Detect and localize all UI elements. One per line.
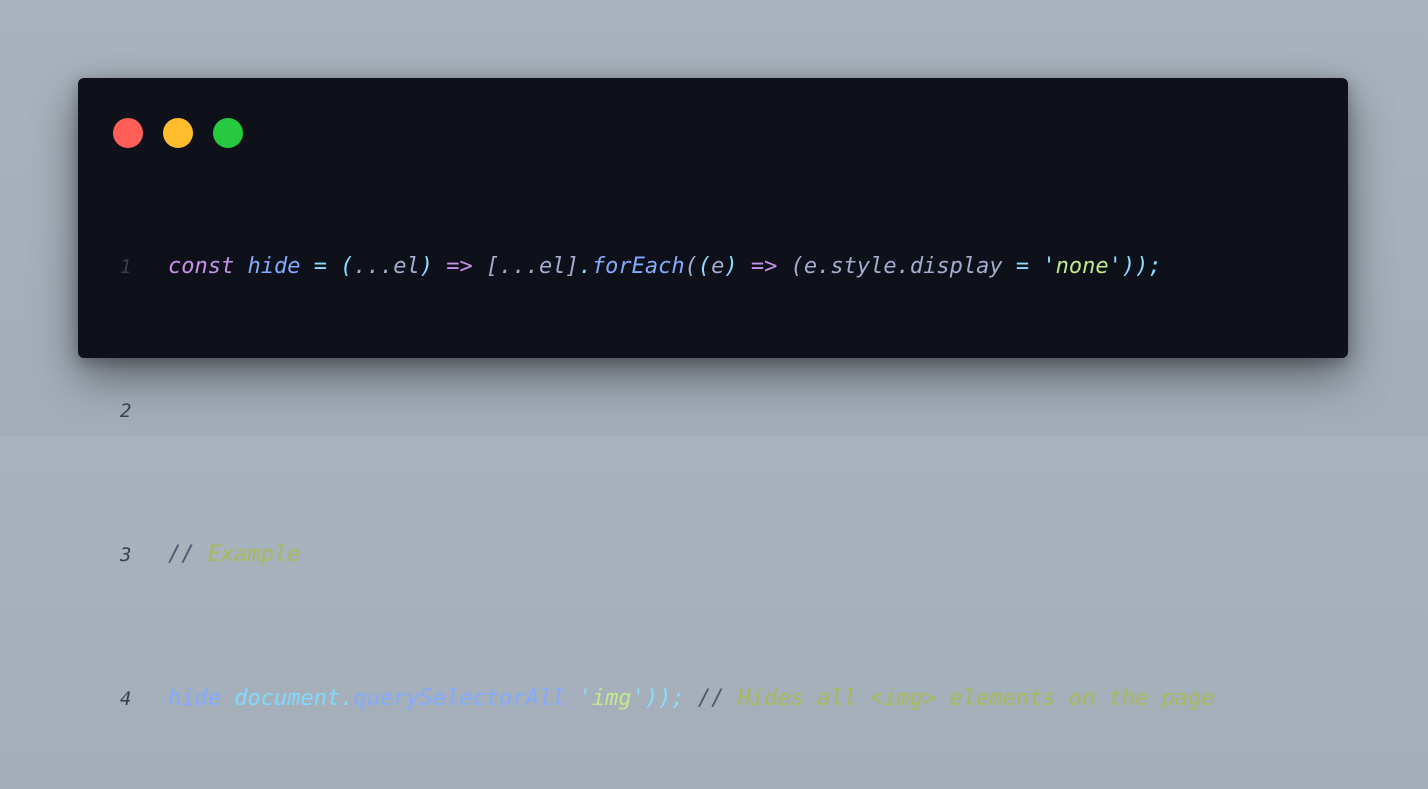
code-line: 2 [110,393,1214,429]
method-name: querySelectorAll [353,686,566,711]
line-number: 3 [120,544,132,566]
function-name: hide [247,254,301,279]
paren: ( [697,254,712,279]
minimize-button[interactable] [163,118,193,148]
punctuation: )); [644,686,685,711]
comment: Hides all <img> elements on the page [737,686,1215,711]
param: ...el [353,254,420,279]
quote: ' [1042,254,1056,279]
method-name: forEach [591,254,685,279]
maximize-button[interactable] [213,118,243,148]
function-call: hide [168,686,221,711]
paren: ( [565,686,579,711]
comment-slashes: // [168,542,195,567]
code-line: 3 // Example [110,537,1214,573]
paren: ) [419,254,433,279]
bracket: [ [485,254,500,279]
dot: . [578,254,592,279]
comment-slashes: // [697,686,725,711]
punctuation: )); [1121,254,1162,279]
string: img [591,686,632,711]
line-content: // Example [168,537,300,573]
quote: ' [631,686,645,711]
paren: ( [684,254,698,279]
dot: . [340,686,354,711]
window-controls [113,118,243,148]
string: none [1055,254,1109,279]
operator: = [1015,254,1030,279]
object: document [234,686,341,711]
close-button[interactable] [113,118,143,148]
line-number: 2 [120,400,132,422]
expression: e.style.display [803,254,1003,279]
line-content: const hide = (...el) => [...el].forEach(… [168,249,1162,285]
paren: ( [340,254,354,279]
line-number: 4 [120,688,132,710]
line-number: 1 [120,256,132,278]
bracket: ] [565,254,579,279]
operator: = [313,254,327,279]
paren: ( [220,686,235,711]
arrow: => [750,254,778,279]
paren: ) [724,254,738,279]
paren: ( [790,254,804,279]
spread: ...el [499,254,566,279]
line-content: hide(document.querySelectorAll('img')); … [168,681,1214,717]
arrow: => [446,254,473,279]
param: e [711,254,725,279]
code-line: 1 const hide = (...el) => [...el].forEac… [110,249,1214,285]
code-block: 1 const hide = (...el) => [...el].forEac… [110,177,1214,789]
code-line: 4 hide(document.querySelectorAll('img'))… [110,681,1214,717]
comment: Example [207,542,301,567]
quote: ' [1108,254,1122,279]
keyword-const: const [168,254,235,279]
quote: ' [578,686,592,711]
code-window: 1 const hide = (...el) => [...el].forEac… [78,78,1348,711]
